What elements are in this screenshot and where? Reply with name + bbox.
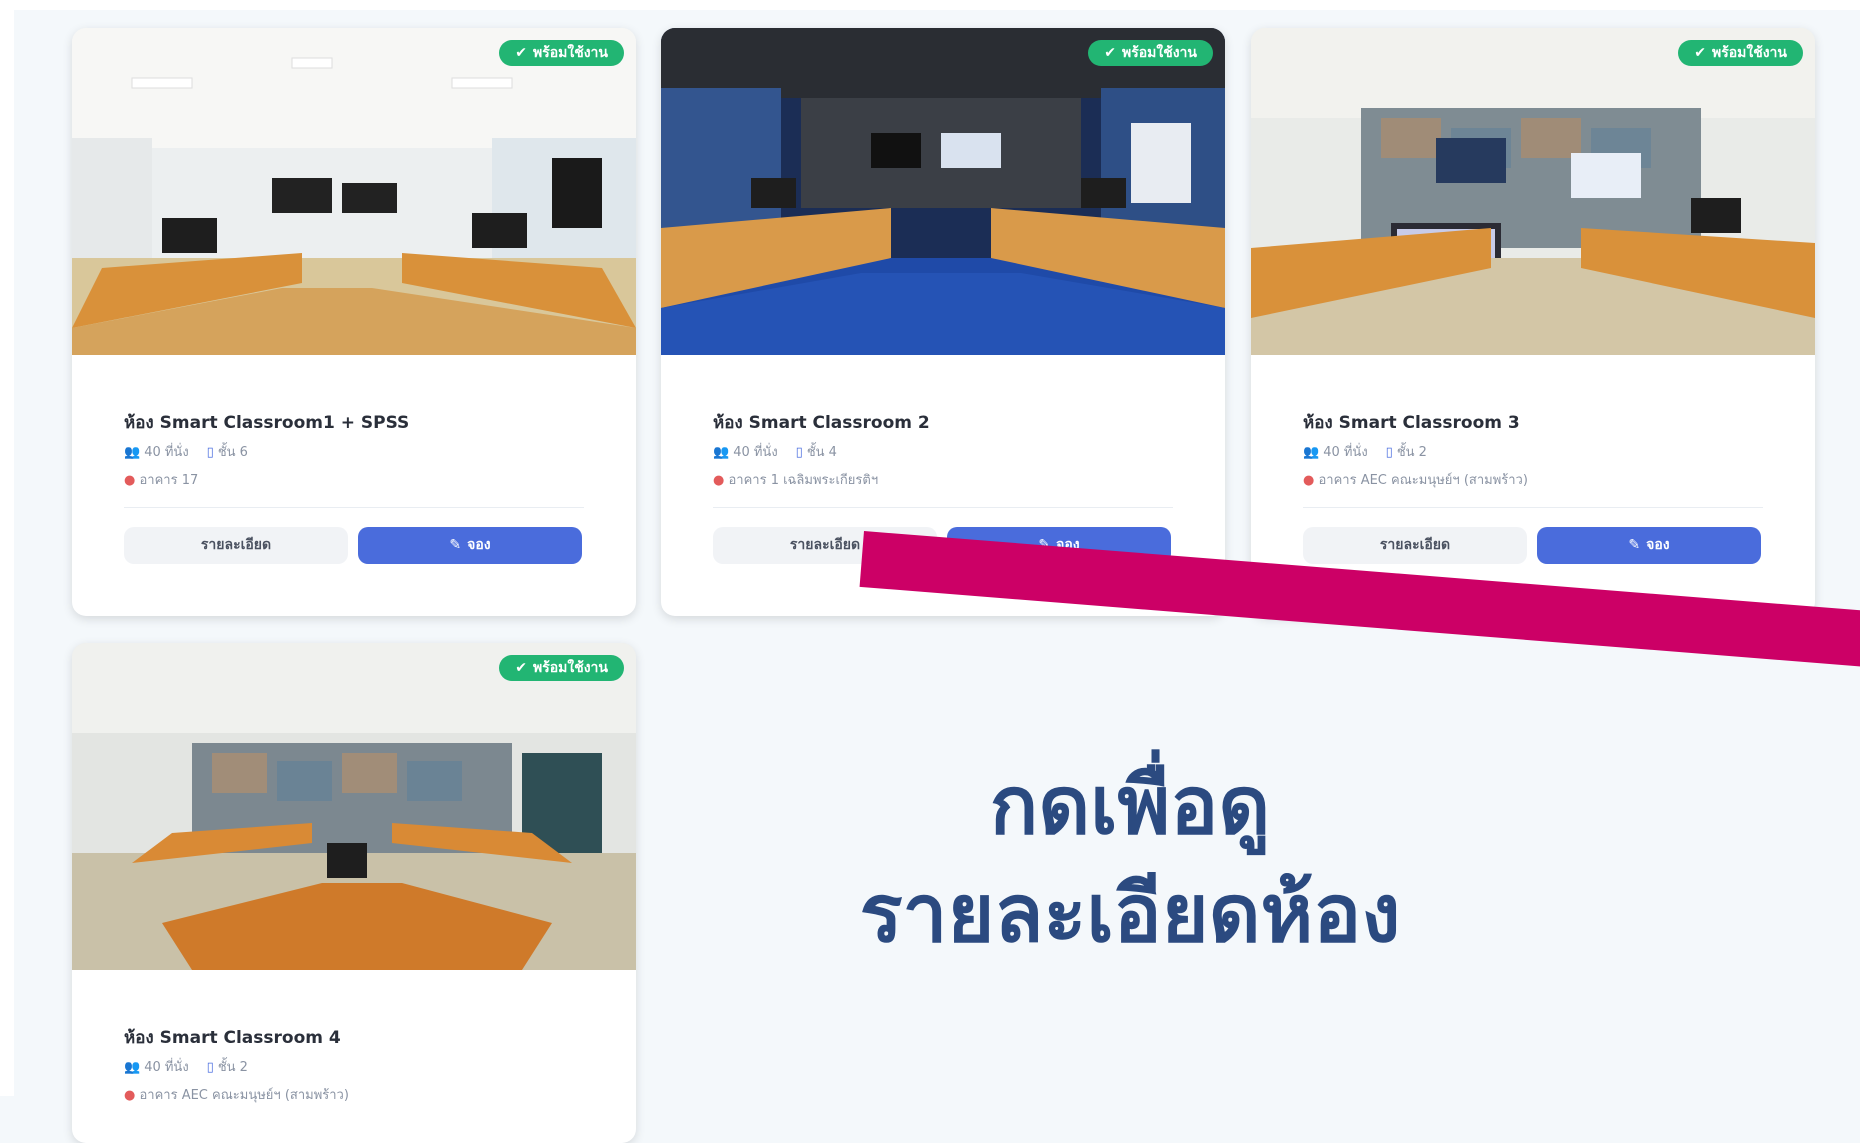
callout-line-1: กดเพื่อดู [989,759,1271,852]
users-icon: 👥 [713,445,730,460]
room-meta: 👥 40 ที่นั่ง ▯ ชั้น 4 [713,441,837,462]
users-icon: 👥 [124,445,141,460]
book-label: จอง [1646,537,1670,553]
room-location: ● อาคาร 1 เฉลิมพระเกียรติฯ [713,469,878,490]
status-badge: ✔ พร้อมใช้งาน [499,40,624,66]
status-badge: ✔ พร้อมใช้งาน [1678,40,1803,66]
map-pin-icon: ● [1303,473,1315,488]
divider [124,507,584,508]
seat-count: 40 ที่นั่ง [144,445,189,460]
users-icon: 👥 [124,1060,141,1075]
divider [713,507,1173,508]
callout-line-2: รายละเอียดห้อง [859,867,1401,960]
book-label: จอง [467,537,491,553]
check-icon: ✔ [515,45,527,61]
classroom-photo-image [661,28,1225,355]
floor-label: ชั้น 6 [217,445,248,460]
building-icon: ▯ [206,445,214,460]
room-meta: 👥 40 ที่นั่ง ▯ ชั้น 6 [124,441,248,462]
book-button[interactable]: ✎ จอง [358,527,582,564]
building-icon: ▯ [1385,445,1393,460]
status-badge: ✔ พร้อมใช้งาน [1088,40,1213,66]
building-icon: ▯ [795,445,803,460]
location-label: อาคาร 17 [139,473,199,488]
seat-count: 40 ที่นั่ง [733,445,778,460]
room-title: ห้อง Smart Classroom 4 [124,1028,341,1048]
map-pin-icon: ● [713,473,725,488]
top-bar [0,0,1860,10]
room-card: ✔ พร้อมใช้งาน ห้อง Smart Classroom 4 👥 40 … [72,643,636,1143]
room-title: ห้อง Smart Classroom1 + SPSS [124,413,410,433]
detail-button[interactable]: รายละเอียด [124,527,348,564]
room-photo [661,28,1225,355]
detail-button[interactable]: รายละเอียด [1303,527,1527,564]
location-label: อาคาร AEC คณะมนุษย์ฯ (สามพร้าว) [1318,473,1528,488]
classroom-photo-image [1251,28,1815,355]
callout-text: กดเพื่อดู รายละเอียดห้อง [760,752,1500,968]
status-label: พร้อมใช้งาน [533,45,608,61]
room-photo [1251,28,1815,355]
room-meta: 👥 40 ที่นั่ง ▯ ชั้น 2 [124,1056,248,1077]
room-location: ● อาคาร AEC คณะมนุษย์ฯ (สามพร้าว) [1303,469,1528,490]
classroom-photo-image [72,643,636,970]
edit-icon: ✎ [1628,537,1641,553]
status-label: พร้อมใช้งาน [533,660,608,676]
room-photo [72,643,636,970]
floor-label: ชั้น 2 [217,1060,248,1075]
seat-count: 40 ที่นั่ง [144,1060,189,1075]
room-location: ● อาคาร 17 [124,469,198,490]
seat-count: 40 ที่นั่ง [1323,445,1368,460]
users-icon: 👥 [1303,445,1320,460]
status-label: พร้อมใช้งาน [1712,45,1787,61]
room-title: ห้อง Smart Classroom 3 [1303,413,1520,433]
room-card: ✔ พร้อมใช้งาน ห้อง Smart Classroom1 + SPS… [72,28,636,616]
book-button[interactable]: ✎ จอง [1537,527,1761,564]
status-label: พร้อมใช้งาน [1122,45,1197,61]
classroom-photo-image [72,28,636,355]
edit-icon: ✎ [449,537,462,553]
check-icon: ✔ [515,660,527,676]
room-card: ✔ พร้อมใช้งาน ห้อง Smart Classroom 3 👥 40 … [1251,28,1815,616]
left-bar [0,0,14,1096]
room-photo [72,28,636,355]
map-pin-icon: ● [124,473,136,488]
room-meta: 👥 40 ที่นั่ง ▯ ชั้น 2 [1303,441,1427,462]
location-label: อาคาร 1 เฉลิมพระเกียรติฯ [728,473,879,488]
check-icon: ✔ [1104,45,1116,61]
status-badge: ✔ พร้อมใช้งาน [499,655,624,681]
floor-label: ชั้น 2 [1396,445,1427,460]
divider [1303,507,1763,508]
room-card: ✔ พร้อมใช้งาน ห้อง Smart Classroom 2 👥 40 … [661,28,1225,616]
check-icon: ✔ [1694,45,1706,61]
floor-label: ชั้น 4 [806,445,837,460]
room-title: ห้อง Smart Classroom 2 [713,413,930,433]
room-location: ● อาคาร AEC คณะมนุษย์ฯ (สามพร้าว) [124,1084,349,1105]
building-icon: ▯ [206,1060,214,1075]
